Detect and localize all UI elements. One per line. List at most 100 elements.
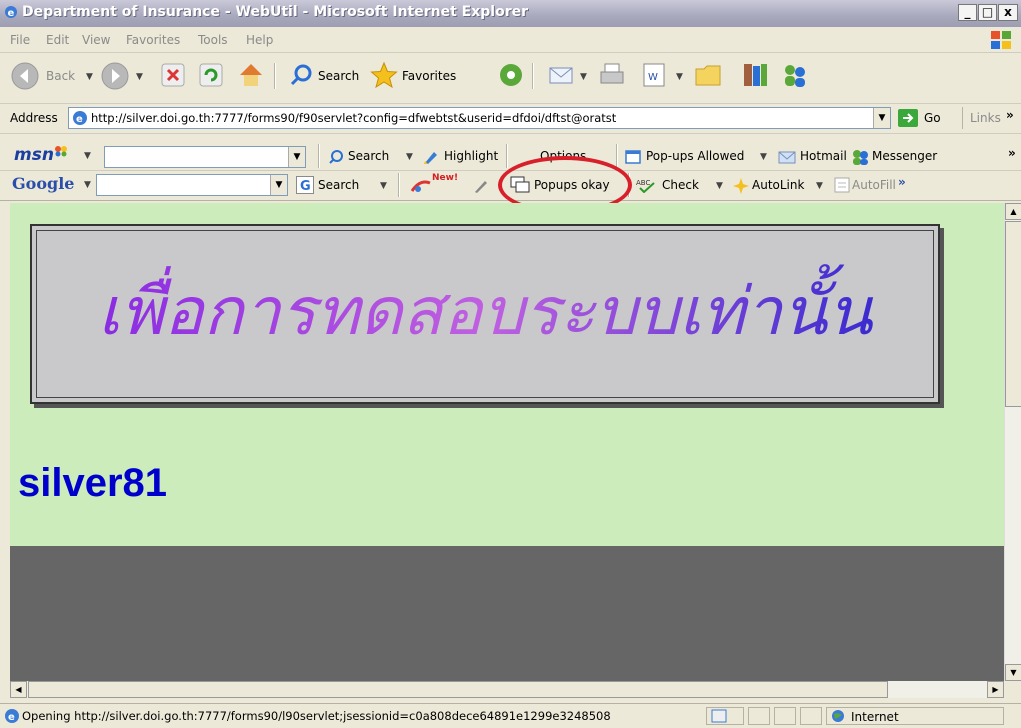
address-label: Address [10,111,58,125]
mail-dropdown-icon[interactable]: ▼ [580,72,587,82]
hotmail-icon[interactable] [778,149,796,165]
blogger-pen-icon[interactable] [472,177,490,195]
favorites-button[interactable]: Favorites [402,69,456,83]
highlight-icon[interactable] [422,148,440,166]
horizontal-scroll-thumb[interactable] [28,681,888,698]
minimize-button[interactable]: _ [958,4,977,21]
menu-view[interactable]: View [82,33,110,47]
msn-logo[interactable]: msn [14,145,54,165]
stop-icon[interactable] [160,62,186,88]
popup-blocker-icon[interactable] [624,148,642,166]
forward-dropdown-icon[interactable]: ▼ [136,72,143,82]
research-icon[interactable] [740,60,770,90]
popups-allowed-button[interactable]: Pop-ups Allowed [646,149,744,163]
server-name: silver81 [18,461,168,505]
menu-tools[interactable]: Tools [198,33,228,47]
toolbar-separator [506,144,508,168]
msn-search-dropdown-icon[interactable]: ▼ [406,152,413,162]
mail-icon[interactable] [548,62,576,88]
address-dropdown-icon[interactable]: ▼ [873,108,890,128]
links-label[interactable]: Links [970,111,1001,125]
google-search-button[interactable]: Search [318,178,359,192]
maximize-button[interactable]: □ [978,4,997,21]
msn-chevron-icon[interactable]: » [1008,146,1016,160]
banner-title: เพื่อการทดสอบระบบเท่านั้น [98,264,874,350]
autolink-icon[interactable] [732,177,750,195]
offline-icon [711,709,727,723]
menu-file[interactable]: File [10,33,30,47]
spellcheck-icon[interactable]: ABC [636,177,658,193]
scroll-down-icon[interactable]: ▼ [1005,664,1021,681]
toolbar-separator [318,144,320,168]
msn-search-dropdown-icon[interactable]: ▼ [288,147,305,167]
globe-icon [832,710,844,722]
highlight-button[interactable]: Highlight [444,149,498,163]
menu-help[interactable]: Help [246,33,273,47]
google-logo[interactable]: Google [12,174,74,193]
vertical-scrollbar[interactable]: ▲ ▼ [1004,203,1021,681]
msn-search-input[interactable]: ▼ [104,146,306,168]
google-chevron-icon[interactable]: » [898,175,906,189]
close-button[interactable]: x [998,4,1018,21]
status-cell [800,707,822,725]
address-bar: Address e http://silver.doi.go.th:7777/f… [0,104,1021,134]
google-search-dropdown-icon[interactable]: ▼ [270,175,287,195]
back-dropdown-icon[interactable]: ▼ [86,72,93,82]
messenger-button[interactable]: Messenger [872,149,937,163]
address-input[interactable]: e http://silver.doi.go.th:7777/forms90/f… [68,107,891,129]
svg-text:e: e [76,114,83,125]
refresh-icon[interactable] [198,62,224,88]
toolbar-separator [532,63,534,89]
ie-icon: e [5,6,17,19]
messenger-people-icon[interactable] [780,60,810,90]
print-icon[interactable] [598,61,626,89]
messenger-icon[interactable] [850,148,870,166]
status-cell [774,707,796,725]
popups-dropdown-icon[interactable]: ▼ [760,152,767,162]
links-chevron-icon[interactable]: » [1006,108,1014,122]
toolbar-separator [274,63,276,89]
edit-word-icon[interactable]: W [640,61,668,89]
favorites-star-icon[interactable] [370,61,398,89]
menu-edit[interactable]: Edit [46,33,69,47]
autolink-button[interactable]: AutoLink [752,178,804,192]
check-dropdown-icon[interactable]: ▼ [716,181,723,191]
google-search-input[interactable]: ▼ [96,174,288,196]
hotmail-button[interactable]: Hotmail [800,149,847,163]
back-label[interactable]: Back [46,69,75,83]
autofill-icon[interactable] [834,177,850,193]
google-search-dropdown-icon[interactable]: ▼ [380,181,387,191]
google-dropdown-icon[interactable]: ▼ [84,180,91,190]
scroll-right-icon[interactable]: ▶ [987,681,1004,698]
msn-search-button[interactable]: Search [348,149,389,163]
scroll-left-icon[interactable]: ◀ [10,681,27,698]
forward-icon[interactable] [100,61,130,91]
check-button[interactable]: Check [662,178,699,192]
scroll-up-icon[interactable]: ▲ [1005,203,1021,220]
zone-cell: Internet [826,707,1004,725]
svg-text:G: G [300,179,311,194]
pagerank-icon[interactable] [410,177,432,195]
go-arrow-icon[interactable] [898,109,918,127]
home-icon[interactable] [236,60,266,90]
address-url: http://silver.doi.go.th:7777/forms90/f90… [91,111,617,125]
google-g-icon[interactable]: G [296,176,314,194]
back-icon[interactable] [10,61,40,91]
horizontal-scrollbar[interactable]: ◀ ▶ [10,681,1004,698]
folder-icon[interactable] [694,61,722,89]
toolbar-separator [398,173,400,197]
msn-search-icon[interactable] [328,149,344,165]
edit-dropdown-icon[interactable]: ▼ [676,72,683,82]
media-icon[interactable] [498,62,524,88]
vertical-scroll-thumb[interactable] [1005,221,1021,407]
msn-dropdown-icon[interactable]: ▼ [84,151,91,161]
autofill-button[interactable]: AutoFill [852,178,896,192]
autolink-dropdown-icon[interactable]: ▼ [816,181,823,191]
menu-favorites[interactable]: Favorites [126,33,180,47]
title-bar[interactable]: e Department of Insurance - WebUtil - Mi… [0,0,1021,27]
search-icon[interactable] [288,62,314,88]
search-button[interactable]: Search [318,69,359,83]
applet-area[interactable] [10,546,1004,681]
svg-text:W: W [648,72,658,83]
go-button[interactable]: Go [924,111,941,125]
